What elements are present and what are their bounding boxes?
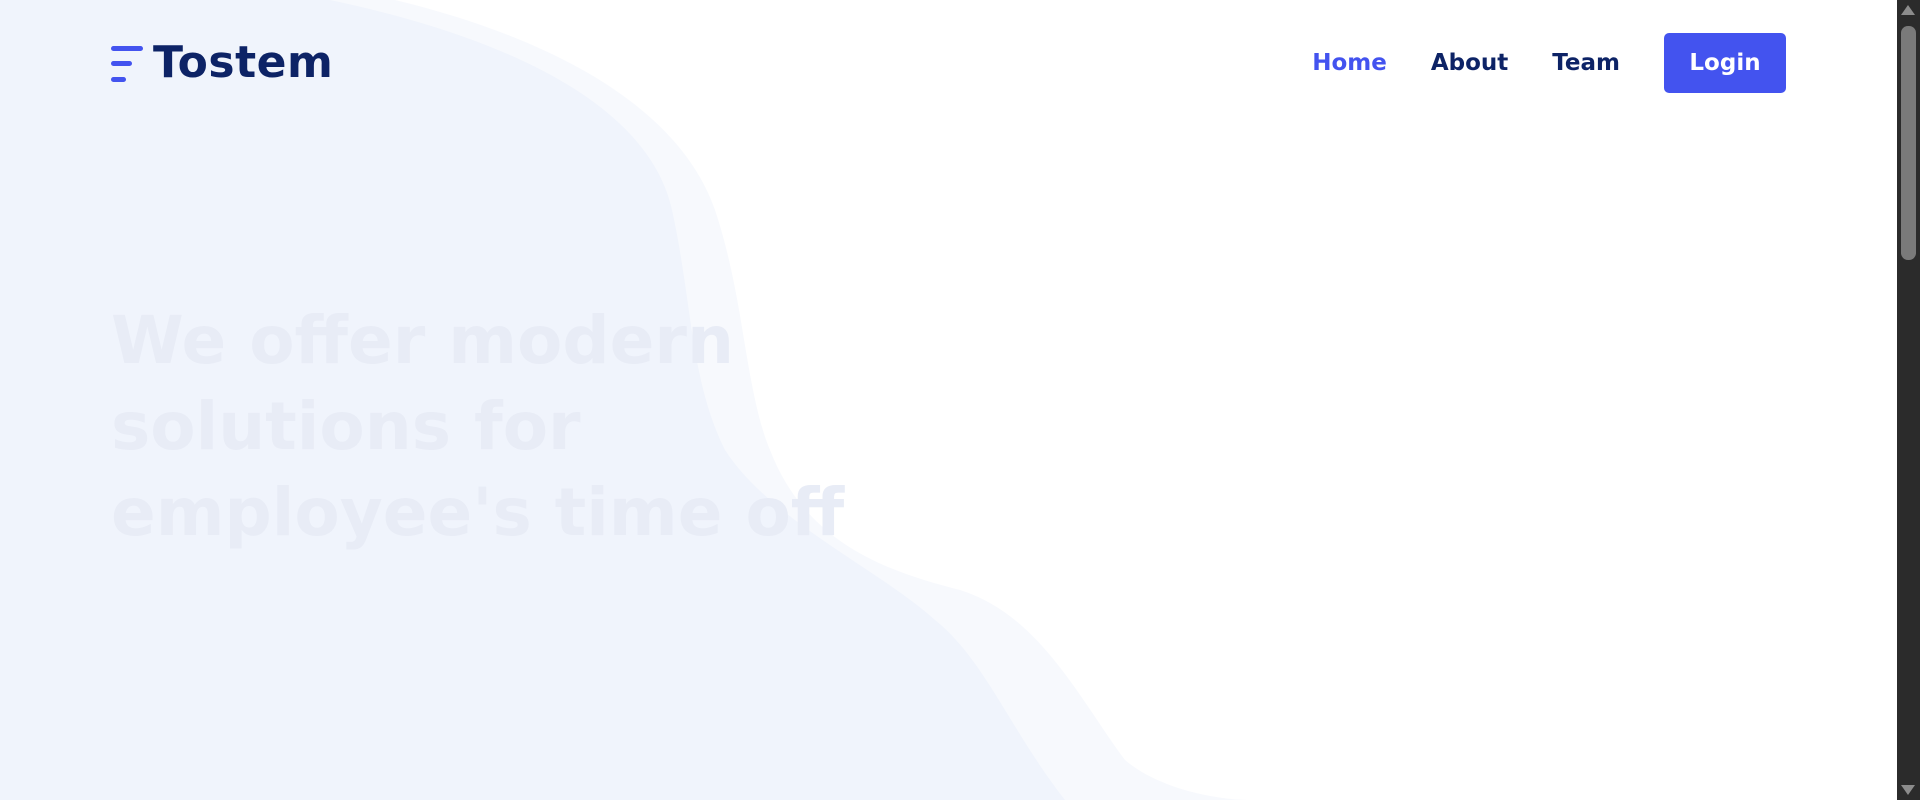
nav-link-team[interactable]: Team [1552, 50, 1620, 76]
brand-logo[interactable]: Tostem [111, 38, 333, 88]
scroll-up-arrow-icon[interactable] [1901, 5, 1915, 15]
login-button[interactable]: Login [1664, 33, 1786, 93]
nav-menu: Home About Team Login [1312, 33, 1786, 93]
landing-page: Tostem Home About Team Login We offer mo… [0, 0, 1897, 800]
vertical-scrollbar[interactable] [1897, 0, 1920, 800]
top-navigation: Tostem Home About Team Login [0, 0, 1897, 126]
scrollbar-thumb[interactable] [1901, 26, 1916, 260]
logo-bar-bottom [111, 77, 126, 82]
hero-title: We offer modern solutions for employee's… [111, 302, 845, 551]
nav-link-home[interactable]: Home [1312, 50, 1387, 76]
scroll-down-arrow-icon[interactable] [1901, 785, 1915, 795]
logo-bar-middle [111, 61, 132, 66]
nav-link-about[interactable]: About [1431, 50, 1508, 76]
browser-viewport: Tostem Home About Team Login We offer mo… [0, 0, 1920, 800]
logo-bar-top [111, 46, 143, 51]
bars-logo-icon [111, 42, 144, 84]
brand-name: Tostem [153, 37, 334, 88]
